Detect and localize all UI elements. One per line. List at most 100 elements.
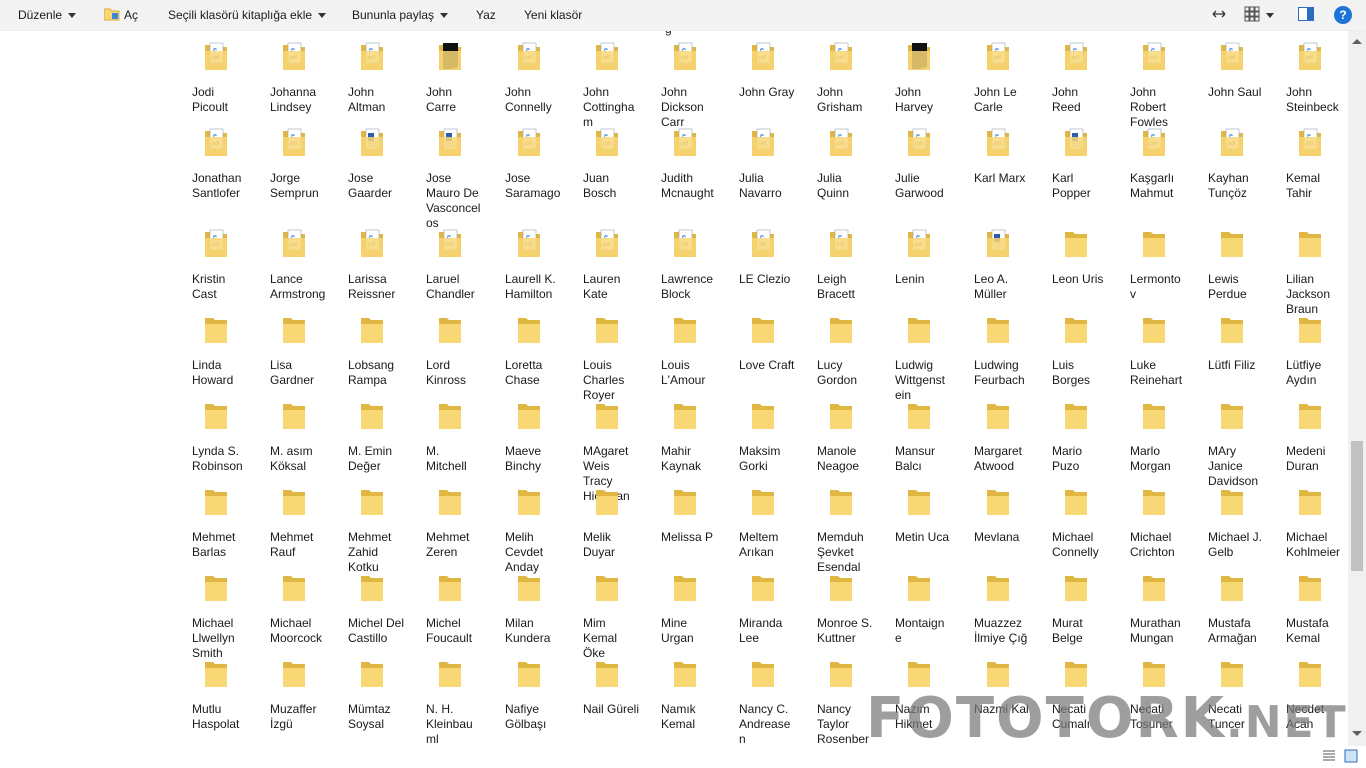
folder-label: John Dickson Carr bbox=[661, 85, 704, 129]
folder-label: Jose Mauro De Vasconcelos bbox=[426, 171, 481, 230]
folder-label: Michel Foucault bbox=[426, 616, 473, 645]
folder-label: Lermontov bbox=[1130, 272, 1181, 301]
folder-label: Michel Del Castillo bbox=[348, 616, 405, 645]
folder-label: Linda Howard bbox=[192, 358, 234, 387]
folder-label: John Connelly bbox=[505, 85, 552, 114]
pdf-folder-icon: epdf bbox=[1298, 127, 1322, 157]
pdf-folder-icon: epdf bbox=[1220, 41, 1244, 71]
folder-icon bbox=[595, 486, 619, 516]
include-in-library-button[interactable]: Seçili klasörü kitaplığa ekle bbox=[168, 0, 327, 30]
folder-icon bbox=[1064, 486, 1088, 516]
scrollbar-thumb[interactable] bbox=[1351, 441, 1363, 571]
share-with-button[interactable]: Bununla paylaş bbox=[352, 0, 449, 30]
scroll-up-icon[interactable] bbox=[1352, 39, 1362, 44]
folder-label: Jose Gaarder bbox=[348, 171, 393, 200]
folder-label: Montaigne bbox=[895, 616, 945, 645]
chevron-down-icon bbox=[68, 13, 77, 19]
pdf-folder-icon: epdf bbox=[282, 228, 306, 258]
folder-icon bbox=[673, 314, 697, 344]
resize-arrows-icon[interactable] bbox=[1212, 0, 1226, 30]
folder-label: John Robert Fowles bbox=[1130, 85, 1169, 129]
scroll-down-icon[interactable] bbox=[1352, 731, 1362, 736]
folder-label: Laurell K. Hamilton bbox=[505, 272, 556, 301]
folder-label: Nazım Hikmet bbox=[895, 702, 933, 731]
pdf-folder-icon: epdf bbox=[673, 228, 697, 258]
folder-icon bbox=[282, 572, 306, 602]
folder-label: Michael Moorcock bbox=[270, 616, 323, 645]
folder-label: John Grisham bbox=[817, 85, 863, 114]
burn-button[interactable]: Yaz bbox=[476, 0, 496, 30]
folder-label: Lauren Kate bbox=[583, 272, 621, 301]
folder-icon bbox=[438, 486, 462, 516]
folder-icon bbox=[1220, 486, 1244, 516]
folder-label: Kemal Tahir bbox=[1286, 171, 1321, 200]
new-folder-button[interactable]: Yeni klasör bbox=[524, 0, 582, 30]
folder-icon bbox=[438, 572, 462, 602]
pdf-folder-icon: epdf bbox=[829, 228, 853, 258]
change-view-button[interactable] bbox=[1244, 0, 1274, 30]
folder-icon bbox=[751, 572, 775, 602]
folder-label: Mehmet Zeren bbox=[426, 530, 470, 559]
help-button[interactable]: ? bbox=[1334, 6, 1352, 24]
folder-label: Mustafa Armağan bbox=[1208, 616, 1257, 645]
folder-label: Mehmet Zahid Kotku bbox=[348, 530, 392, 574]
folder-icon bbox=[595, 572, 619, 602]
folder-icon bbox=[673, 400, 697, 430]
folder-icon bbox=[1220, 572, 1244, 602]
folder-label: Louis Charles Royer bbox=[583, 358, 625, 402]
pdf-folder-icon: epdf bbox=[360, 41, 384, 71]
folder-icon bbox=[517, 486, 541, 516]
pdf-folder-icon: epdf bbox=[1142, 41, 1166, 71]
folder-icon bbox=[1142, 572, 1166, 602]
folder-label: Jodi Picoult bbox=[192, 85, 229, 114]
folder-icon bbox=[1220, 314, 1244, 344]
folder-icon bbox=[1220, 658, 1244, 688]
folder-label: Mario Puzo bbox=[1052, 444, 1083, 473]
folder-icon bbox=[438, 314, 462, 344]
edit-menu-button[interactable]: Düzenle bbox=[18, 0, 77, 30]
folder-label: Kaşgarlı Mahmut bbox=[1130, 171, 1175, 200]
folder-icon bbox=[829, 658, 853, 688]
pdf-folder-icon: epdf bbox=[907, 127, 931, 157]
folder-label: John Harvey bbox=[895, 85, 934, 114]
dark-folder-icon bbox=[438, 41, 462, 71]
folder-icon bbox=[204, 314, 228, 344]
folder-label: Mevlana bbox=[974, 530, 1020, 544]
folder-icon bbox=[1298, 400, 1322, 430]
folder-label: Lucy Gordon bbox=[817, 358, 858, 387]
folder-icon bbox=[438, 658, 462, 688]
folder-label: Michael Crichton bbox=[1130, 530, 1175, 559]
details-view-icon[interactable] bbox=[1322, 749, 1336, 763]
vertical-scrollbar[interactable] bbox=[1348, 31, 1366, 746]
pdf-folder-icon: epdf bbox=[829, 127, 853, 157]
folder-label: Lütfi Filiz bbox=[1208, 358, 1256, 372]
folder-icon bbox=[1298, 314, 1322, 344]
folder-label: John Steinbeck bbox=[1286, 85, 1339, 114]
folder-label: Leo A. Müller bbox=[974, 272, 1009, 301]
file-list: g epdf Jodi Picoult epdf Johanna Lindsey epd… bbox=[160, 31, 1348, 746]
folder-icon bbox=[1220, 400, 1244, 430]
folder-icon bbox=[907, 486, 931, 516]
folder-icon bbox=[907, 658, 931, 688]
folder-label: Nazmi Kal bbox=[974, 702, 1029, 716]
folder-label: Judith Mcnaught bbox=[661, 171, 714, 200]
large-icons-view-icon[interactable] bbox=[1344, 749, 1358, 763]
folder-label: Leigh Bracett bbox=[817, 272, 856, 301]
folder-label: Melik Duyar bbox=[583, 530, 616, 559]
pdf-folder-icon: epdf bbox=[751, 127, 775, 157]
pdf-folder-icon: epdf bbox=[986, 41, 1010, 71]
folder-label: Mümtaz Soysal bbox=[348, 702, 391, 731]
folder-label: Manole Neagoe bbox=[817, 444, 860, 473]
pdf-folder-icon: epdf bbox=[751, 41, 775, 71]
folder-label: John Cottingham bbox=[583, 85, 635, 129]
pdf-folder-icon: epdf bbox=[1220, 127, 1244, 157]
pdf-folder-icon: epdf bbox=[282, 41, 306, 71]
open-button[interactable]: Aç bbox=[103, 0, 138, 30]
folder-label: Lewis Perdue bbox=[1208, 272, 1247, 301]
pdf-folder-icon: epdf bbox=[204, 127, 228, 157]
folder-label: Luis Borges bbox=[1052, 358, 1091, 387]
folder-label: Murat Belge bbox=[1052, 616, 1083, 645]
pdf-folder-icon: epdf bbox=[204, 41, 228, 71]
folder-label: Loretta Chase bbox=[505, 358, 543, 387]
preview-pane-button[interactable] bbox=[1298, 0, 1314, 30]
